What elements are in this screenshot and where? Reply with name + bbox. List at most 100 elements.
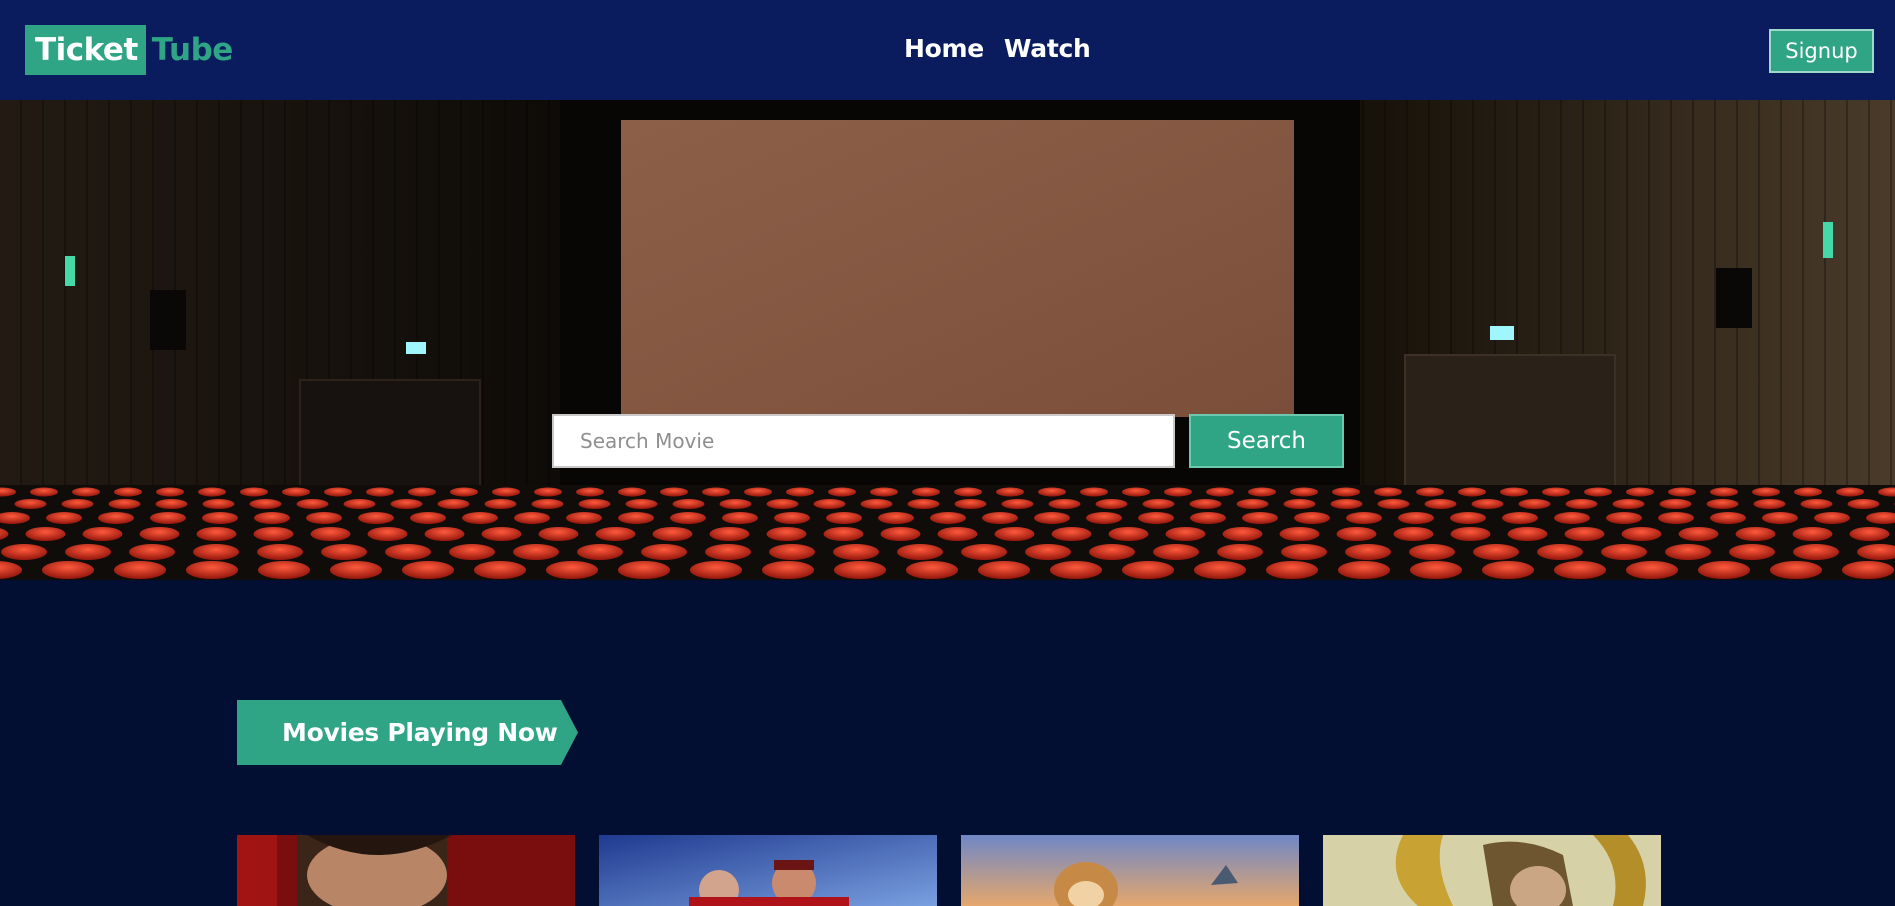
cinema-seat <box>513 544 559 560</box>
cinema-seat <box>1564 527 1605 541</box>
cinema-seat <box>385 544 431 560</box>
cinema-seat <box>193 544 239 560</box>
cinema-seat <box>766 527 807 541</box>
cinema-seat <box>641 544 687 560</box>
search-button[interactable]: Search <box>1189 414 1344 468</box>
cinema-seat <box>625 499 658 509</box>
cinema-seat <box>330 561 382 579</box>
cinema-seat <box>1122 561 1174 579</box>
cinema-seat <box>1294 512 1330 524</box>
cinema-seat <box>870 487 898 497</box>
cinema-seat <box>672 499 705 509</box>
cinema-seat <box>449 544 495 560</box>
cinema-seat <box>834 561 886 579</box>
cinema-seat <box>1706 499 1739 509</box>
cinema-seat <box>253 527 294 541</box>
cinema-seat <box>139 527 180 541</box>
cinema-seat <box>897 544 943 560</box>
movie-card-1[interactable] <box>237 835 575 906</box>
movie-card-2[interactable] <box>599 835 937 906</box>
cinema-seat <box>1665 544 1711 560</box>
cinema-seat <box>1346 512 1382 524</box>
nav-link-home[interactable]: Home <box>904 34 984 63</box>
cinema-seat <box>1710 512 1746 524</box>
cinema-seat <box>1377 499 1410 509</box>
cinema-seat <box>1034 512 1070 524</box>
cinema-seat <box>1038 487 1066 497</box>
cinema-seat <box>1217 544 1263 560</box>
signup-button[interactable]: Signup <box>1769 29 1874 73</box>
cinema-seat <box>769 544 815 560</box>
cinema-seat <box>1842 561 1894 579</box>
cinema-seat <box>514 512 550 524</box>
cinema-seat <box>1500 487 1528 497</box>
cinema-seat <box>42 561 94 579</box>
cinema-seat <box>82 527 123 541</box>
cinema-seat <box>1281 544 1327 560</box>
cinema-seat <box>14 499 47 509</box>
cinema-seat <box>1450 527 1491 541</box>
cinema-seat <box>1194 561 1246 579</box>
cinema-seat <box>1266 561 1318 579</box>
cinema-seat <box>652 527 693 541</box>
cinema-seat <box>576 487 604 497</box>
cinema-seat <box>1279 527 1320 541</box>
cinema-seat <box>155 499 188 509</box>
cinema-seat <box>1398 512 1434 524</box>
cinema-seat <box>196 527 237 541</box>
main-nav: Home Watch <box>904 34 1091 63</box>
cinema-seat <box>702 487 730 497</box>
search-input[interactable] <box>552 414 1175 468</box>
cinema-seat <box>437 499 470 509</box>
cinema-seat <box>1410 561 1462 579</box>
cinema-seat <box>296 499 329 509</box>
cinema-seat <box>1601 544 1647 560</box>
cinema-seat <box>531 499 564 509</box>
cinema-seat <box>670 512 706 524</box>
nav-link-watch[interactable]: Watch <box>1004 34 1091 63</box>
cinema-seat <box>198 487 226 497</box>
cinema-seat <box>719 499 752 509</box>
movie-poster-3 <box>961 835 1299 906</box>
cinema-seat <box>1336 527 1377 541</box>
cinema-seat <box>1770 561 1822 579</box>
cinema-seat <box>930 512 966 524</box>
movie-poster-2 <box>599 835 937 906</box>
cinema-seat <box>826 512 862 524</box>
movie-card-4[interactable] <box>1323 835 1661 906</box>
cinema-seat <box>1554 561 1606 579</box>
cinema-seat <box>823 527 864 541</box>
cinema-seat <box>358 512 394 524</box>
cinema-seat <box>744 487 772 497</box>
cinema-seat <box>72 487 100 497</box>
cinema-seat <box>618 512 654 524</box>
cinema-seat <box>1502 512 1538 524</box>
cinema-seat <box>1051 527 1092 541</box>
cinema-seat <box>156 487 184 497</box>
cinema-seat <box>46 512 82 524</box>
hero-banner: Search <box>0 100 1895 580</box>
cinema-seat <box>450 487 478 497</box>
cinema-seat <box>578 499 611 509</box>
cinema-seat <box>108 499 141 509</box>
cinema-seat <box>1095 499 1128 509</box>
cinema-seat <box>595 527 636 541</box>
cinema-seat <box>912 487 940 497</box>
cinema-seat <box>1729 544 1775 560</box>
cinema-seat <box>937 527 978 541</box>
cinema-seat <box>367 527 408 541</box>
cinema-seat <box>774 512 810 524</box>
cinema-seat <box>1482 561 1534 579</box>
cinema-seat <box>1164 487 1192 497</box>
cinema-seat <box>1698 561 1750 579</box>
cinema-seat <box>546 561 598 579</box>
movie-card-3[interactable] <box>961 835 1299 906</box>
cinema-seat <box>1153 544 1199 560</box>
cinema-seat <box>618 561 670 579</box>
cinema-seat <box>1752 487 1780 497</box>
cinema-seat <box>282 487 310 497</box>
section-title-movies-playing-now: Movies Playing Now <box>237 700 578 765</box>
logo[interactable]: Ticket Tube <box>25 25 233 75</box>
cinema-seat <box>1050 561 1102 579</box>
cinema-seat <box>150 512 186 524</box>
